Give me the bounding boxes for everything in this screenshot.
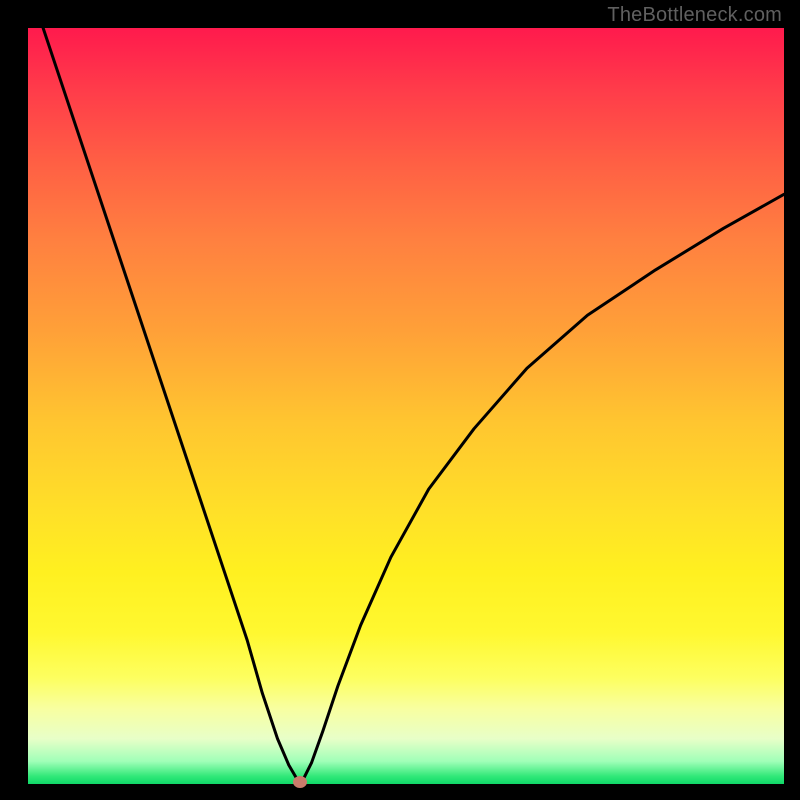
optimal-point-marker xyxy=(293,776,307,788)
bottleneck-curve xyxy=(28,28,784,784)
watermark-text: TheBottleneck.com xyxy=(607,4,782,27)
chart-plot-area xyxy=(28,28,784,784)
